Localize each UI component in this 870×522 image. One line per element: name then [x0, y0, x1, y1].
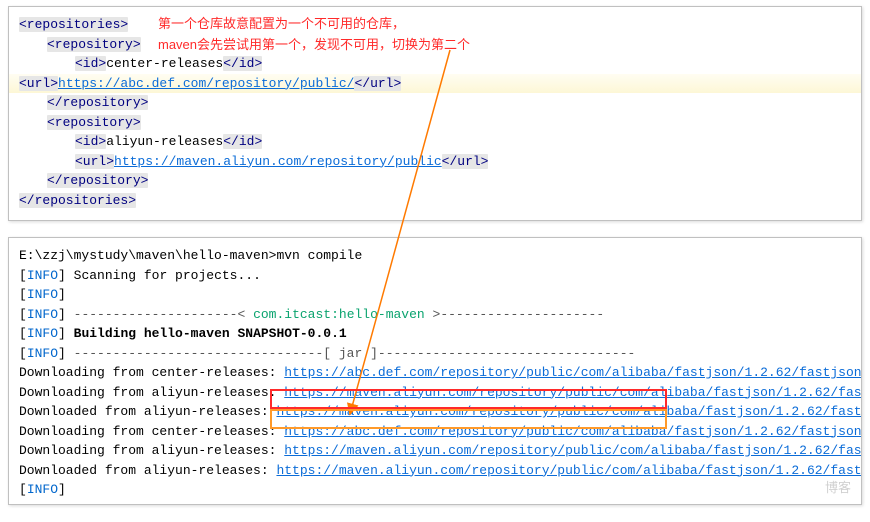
- xml-line: <repository>: [19, 113, 851, 133]
- term-line: Downloaded from aliyun-releases: https:/…: [19, 402, 857, 422]
- tag: <repository>: [47, 37, 141, 52]
- term-line: Downloading from center-releases: https:…: [19, 363, 857, 383]
- download-url[interactable]: https://maven.aliyun.com/repository/publ…: [284, 385, 862, 400]
- download-url[interactable]: https://abc.def.com/repository/public/co…: [284, 424, 862, 439]
- sep: ---------------------<: [74, 307, 253, 322]
- info-tag: INFO: [27, 287, 58, 302]
- build-text: Building hello-maven SNAPSHOT-0.0.1: [74, 326, 347, 341]
- term-line: Downloading from center-releases: https:…: [19, 422, 857, 442]
- annotation-line: maven会先尝试用第一个，发现不可用，切换为第二个: [158, 35, 470, 56]
- xml-line: </repository>: [19, 93, 851, 113]
- xml-line: <url>https://maven.aliyun.com/repository…: [19, 152, 851, 172]
- text: center-releases: [106, 56, 223, 71]
- url-link[interactable]: https://abc.def.com/repository/public/: [58, 76, 354, 91]
- term-line: [INFO]: [19, 480, 857, 500]
- xml-line-highlighted: <url>https://abc.def.com/repository/publ…: [9, 74, 861, 94]
- term-line: E:\zzj\mystudy\maven\hello-maven>mvn com…: [19, 246, 857, 266]
- download-url[interactable]: https://maven.aliyun.com/repository/publ…: [284, 443, 862, 458]
- url-link[interactable]: https://maven.aliyun.com/repository/publ…: [114, 154, 442, 169]
- xml-line: <id>center-releases</id>: [19, 54, 851, 74]
- term-line: [INFO]: [19, 285, 857, 305]
- text: Downloading from aliyun-releases:: [19, 385, 284, 400]
- sep: >---------------------: [425, 307, 604, 322]
- sep: --------------------------------[ jar ]-…: [74, 346, 636, 361]
- tag: <url>: [19, 76, 58, 91]
- tag: </url>: [442, 154, 489, 169]
- info-tag: INFO: [27, 326, 58, 341]
- annotation-text: 第一个仓库故意配置为一个不可用的仓库， maven会先尝试用第一个，发现不可用，…: [158, 14, 470, 56]
- term-line: Downloading from aliyun-releases: https:…: [19, 441, 857, 461]
- tag: </repository>: [47, 95, 148, 110]
- info-tag: INFO: [27, 346, 58, 361]
- info-tag: INFO: [27, 482, 58, 497]
- tag: <repository>: [47, 115, 141, 130]
- text: Scanning for projects...: [74, 268, 261, 283]
- text: Downloaded from aliyun-releases:: [19, 463, 276, 478]
- terminal-pane: E:\zzj\mystudy\maven\hello-maven>mvn com…: [8, 237, 862, 505]
- annotation-line: 第一个仓库故意配置为一个不可用的仓库，: [158, 14, 470, 35]
- tag: </repositories>: [19, 193, 136, 208]
- tag: <repositories>: [19, 17, 128, 32]
- text: aliyun-releases: [106, 134, 223, 149]
- artifact: com.itcast:hello-maven: [253, 307, 425, 322]
- tag: </id>: [223, 56, 262, 71]
- term-line: [INFO] Building hello-maven SNAPSHOT-0.0…: [19, 324, 857, 344]
- tag: <id>: [75, 56, 106, 71]
- info-tag: INFO: [27, 307, 58, 322]
- text: Downloading from center-releases:: [19, 365, 284, 380]
- xml-line: </repository>: [19, 171, 851, 191]
- xml-line: </repositories>: [19, 191, 851, 211]
- term-line: [INFO] ---------------------< com.itcast…: [19, 305, 857, 325]
- tag: <url>: [75, 154, 114, 169]
- tag: <id>: [75, 134, 106, 149]
- term-line: [INFO] --------------------------------[…: [19, 344, 857, 364]
- tag: </url>: [354, 76, 401, 91]
- text: Downloaded from aliyun-releases:: [19, 404, 276, 419]
- xml-line: <id>aliyun-releases</id>: [19, 132, 851, 152]
- info-tag: INFO: [27, 268, 58, 283]
- text: Downloading from aliyun-releases:: [19, 443, 284, 458]
- download-url[interactable]: https://abc.def.com/repository/public/co…: [284, 365, 862, 380]
- download-url[interactable]: https://maven.aliyun.com/repository/publ…: [276, 404, 862, 419]
- term-line: Downloading from aliyun-releases: https:…: [19, 383, 857, 403]
- term-line: Downloaded from aliyun-releases: https:/…: [19, 461, 857, 481]
- tag: </id>: [223, 134, 262, 149]
- download-url[interactable]: https://maven.aliyun.com/repository/publ…: [276, 463, 862, 478]
- text: Downloading from center-releases:: [19, 424, 284, 439]
- tag: </repository>: [47, 173, 148, 188]
- term-line: [INFO] Scanning for projects...: [19, 266, 857, 286]
